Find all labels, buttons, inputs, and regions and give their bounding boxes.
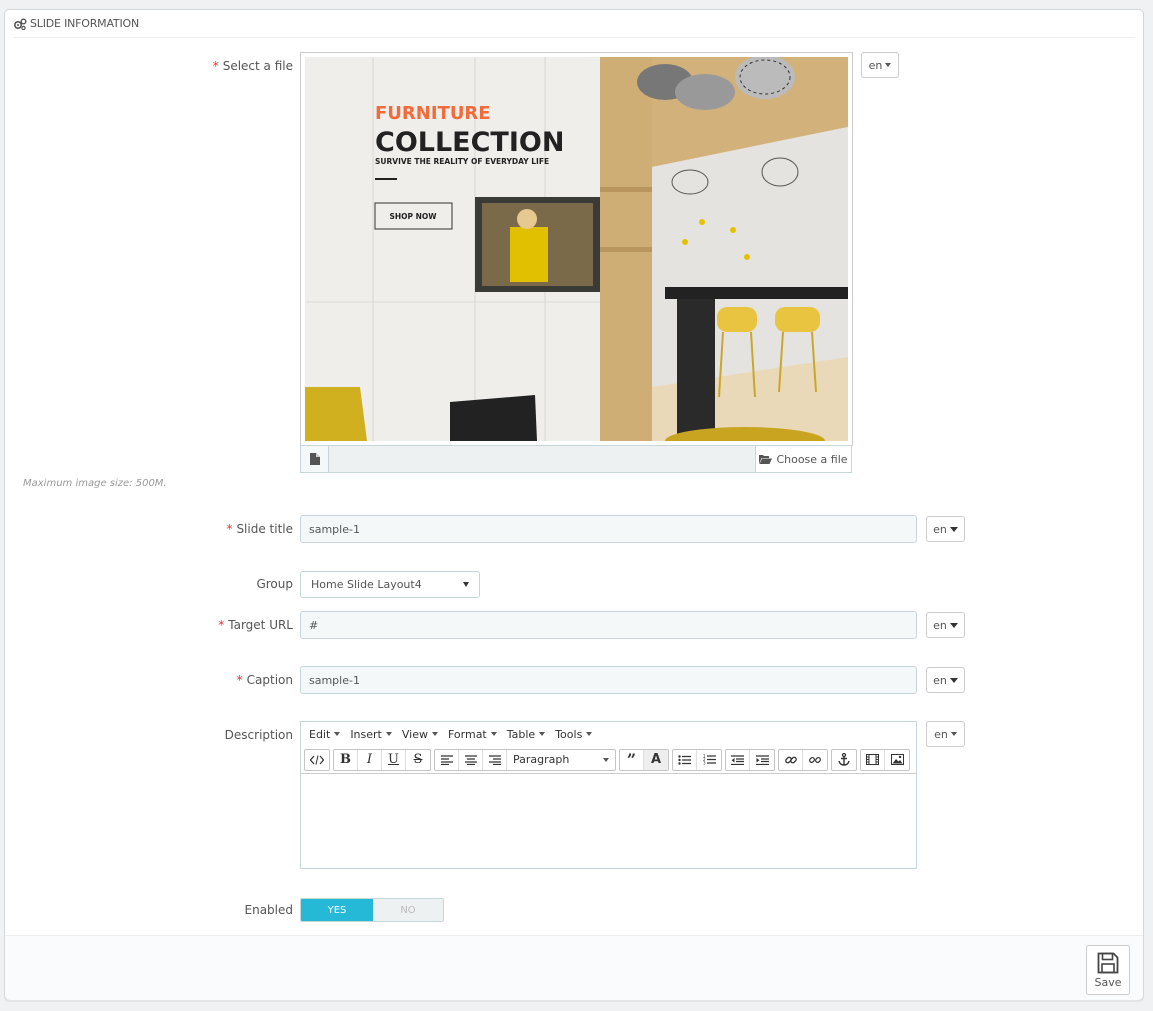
caption-lang-dropdown[interactable]: en xyxy=(926,667,965,693)
chevron-down-icon xyxy=(949,622,958,628)
bullet-list-icon[interactable] xyxy=(673,749,697,770)
slide-title-label: * Slide title xyxy=(226,522,293,536)
caption-input[interactable]: sample-1 xyxy=(300,666,917,694)
banner-title-main: COLLECTION xyxy=(375,127,564,158)
align-right-icon[interactable] xyxy=(483,749,507,770)
description-lang-dropdown[interactable]: en xyxy=(926,721,965,747)
enabled-yes[interactable]: YES xyxy=(301,899,373,921)
group-label: Group xyxy=(256,577,293,591)
enabled-no[interactable]: NO xyxy=(373,899,443,921)
save-button[interactable]: Save xyxy=(1086,945,1130,995)
banner-subtitle: SURVIVE THE REALITY OF EVERYDAY LIFE xyxy=(375,157,549,166)
cogs-icon xyxy=(13,18,27,30)
source-code-icon[interactable] xyxy=(305,750,329,770)
file-label: * Select a file xyxy=(212,59,293,73)
file-upload-bar: Choose a file xyxy=(300,445,852,473)
save-icon xyxy=(1097,952,1119,973)
slide-image-preview: FURNITURE COLLECTION SURVIVE THE REALITY… xyxy=(300,52,853,446)
file-icon xyxy=(301,446,329,472)
target-url-lang-dropdown[interactable]: en xyxy=(926,612,965,638)
numbered-list-icon[interactable]: 123 xyxy=(697,750,721,770)
text-color-icon[interactable]: A xyxy=(644,749,668,770)
unlink-icon[interactable] xyxy=(803,750,827,770)
file-name-field[interactable] xyxy=(329,446,755,472)
menu-tools[interactable]: Tools xyxy=(550,728,597,741)
underline-icon[interactable]: U xyxy=(382,749,406,770)
slide-title-input[interactable]: sample-1 xyxy=(300,515,917,543)
target-url-label: * Target URL xyxy=(218,618,293,632)
italic-icon[interactable]: I xyxy=(358,749,382,770)
blockquote-icon[interactable]: ” xyxy=(620,749,644,770)
editor-content-area[interactable] xyxy=(301,774,916,868)
max-image-size-help: Maximum image size: 500M. xyxy=(23,478,167,489)
caption-label: * Caption xyxy=(236,673,293,687)
indent-icon[interactable] xyxy=(750,750,774,770)
menu-insert[interactable]: Insert xyxy=(345,728,397,741)
menu-view[interactable]: View xyxy=(397,728,443,741)
media-icon[interactable] xyxy=(861,749,885,770)
description-editor: Edit Insert View Format Table Tools B I … xyxy=(300,721,917,869)
slide-title-lang-dropdown[interactable]: en xyxy=(926,516,965,542)
file-lang-dropdown[interactable]: en xyxy=(861,52,899,78)
panel-heading: SLIDE INFORMATION xyxy=(13,10,1135,38)
panel-title: SLIDE INFORMATION xyxy=(30,17,139,30)
enabled-label: Enabled xyxy=(244,903,294,917)
svg-text:3: 3 xyxy=(703,761,706,766)
anchor-icon[interactable] xyxy=(832,750,856,770)
chevron-down-icon xyxy=(949,677,958,683)
group-select[interactable]: Home Slide Layout4 xyxy=(300,571,480,598)
banner-shop-now: SHOP NOW xyxy=(389,212,437,221)
panel-footer: Save xyxy=(5,935,1143,1000)
link-icon[interactable] xyxy=(779,749,803,770)
editor-menubar: Edit Insert View Format Table Tools xyxy=(301,722,916,746)
align-left-icon[interactable] xyxy=(435,749,459,770)
menu-format[interactable]: Format xyxy=(443,728,502,741)
format-select[interactable]: Paragraph xyxy=(507,750,615,770)
chevron-down-icon xyxy=(950,732,957,736)
slide-information-panel: SLIDE INFORMATION * Select a file FURNIT… xyxy=(4,9,1144,1000)
chevron-down-icon xyxy=(885,63,892,67)
enabled-switch[interactable]: YES NO xyxy=(300,898,444,922)
menu-table[interactable]: Table xyxy=(502,728,550,741)
description-label: Description xyxy=(224,728,293,742)
chevron-down-icon xyxy=(949,526,958,532)
editor-toolbar: B I U S Paragraph ” A 123 xyxy=(301,746,916,774)
image-icon[interactable] xyxy=(885,750,909,770)
choose-file-button[interactable]: Choose a file xyxy=(755,446,851,472)
strikethrough-icon[interactable]: S xyxy=(406,750,430,770)
align-center-icon[interactable] xyxy=(459,749,483,770)
banner-title-accent: FURNITURE xyxy=(375,103,491,124)
target-url-input[interactable]: # xyxy=(300,611,917,639)
folder-open-icon xyxy=(759,455,773,464)
bold-icon[interactable]: B xyxy=(334,749,358,770)
outdent-icon[interactable] xyxy=(726,749,750,770)
menu-edit[interactable]: Edit xyxy=(304,728,345,741)
chevron-down-icon xyxy=(463,582,469,587)
